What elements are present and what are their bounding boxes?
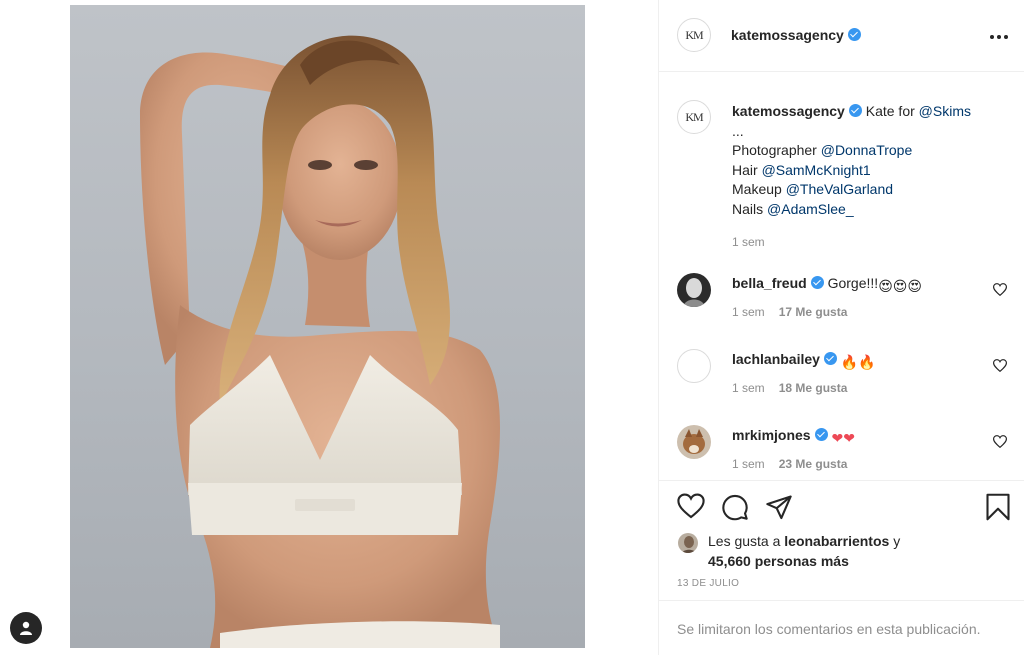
user-icon	[20, 621, 32, 635]
comment-item: bella_freud Gorge!!!😍😍😍 1 sem 17 Me gusta	[677, 273, 1008, 333]
comment-like-button[interactable]	[992, 359, 1008, 377]
post-details-pane: KM katemossagency KM katemossagency Kate…	[658, 0, 1024, 655]
comment-meta: 1 sem 23 Me gusta	[732, 457, 861, 471]
heart-icon	[992, 283, 1008, 297]
more-horizontal-icon	[990, 35, 1008, 39]
verified-badge-icon	[823, 352, 837, 365]
comment-like-button[interactable]	[992, 283, 1008, 301]
heart-eyes-emoji: 😍😍😍	[878, 278, 922, 294]
credit-line: Photographer @DonnaTrope	[732, 141, 1012, 161]
credit-line: Makeup @TheValGarland	[732, 180, 1012, 200]
comment-item: mrkimjones ❤❤ 1 sem 23 Me gusta	[677, 425, 1008, 480]
comment-body: Gorge!!!	[827, 275, 879, 291]
comment-likes[interactable]: 23 Me gusta	[779, 457, 848, 471]
credit-label: Hair	[732, 161, 762, 178]
like-button[interactable]	[677, 493, 705, 524]
comment-time[interactable]: 1 sem	[732, 305, 765, 319]
avatar-photo	[677, 425, 711, 459]
comment-icon	[722, 494, 748, 521]
caption-lead: Kate for	[865, 103, 919, 119]
credit-label: Makeup	[732, 181, 786, 197]
credit-label: Photographer	[732, 142, 821, 158]
verified-badge-icon	[810, 276, 824, 289]
verified-badge-icon	[847, 28, 861, 41]
mention-link[interactable]: @TheValGarland	[786, 181, 893, 197]
account-username[interactable]: katemossagency	[731, 27, 844, 43]
liked-by-text: Les gusta a leonabarrientos y 45,660 per…	[708, 531, 1008, 571]
heart-icon	[992, 435, 1008, 449]
fire-emoji: 🔥🔥	[840, 354, 876, 370]
caption-time[interactable]: 1 sem	[732, 235, 765, 249]
credit-line: Nails @AdamSlee_	[732, 200, 1012, 220]
profile-icon[interactable]	[10, 612, 42, 644]
save-button[interactable]	[985, 493, 1011, 526]
mention-link[interactable]: @AdamSlee_	[767, 201, 854, 217]
caption-ellipsis: ...	[732, 122, 744, 139]
caption-username[interactable]: katemossagency	[732, 103, 845, 119]
comment-username[interactable]: bella_freud	[732, 275, 807, 291]
commenter-avatar[interactable]	[677, 273, 711, 307]
post-actions: Les gusta a leonabarrientos y 45,660 per…	[659, 480, 1024, 655]
red-heart-emoji: ❤❤	[831, 430, 855, 446]
likes-count-link[interactable]: 45,660 personas más	[708, 553, 849, 569]
comment-text: mrkimjones ❤❤	[732, 427, 855, 447]
caption-body: katemossagency Kate for @Skims ... Photo…	[732, 102, 1012, 253]
comments-limited-text: Se limitaron los comentarios en esta pub…	[677, 621, 981, 637]
bookmark-icon	[986, 493, 1010, 521]
comment-time[interactable]: 1 sem	[732, 457, 765, 471]
comment-item: lachlanbailey 🔥🔥 1 sem 18 Me gusta	[677, 349, 1008, 409]
liked-by-conj: y	[889, 533, 901, 549]
comment-likes[interactable]: 18 Me gusta	[779, 381, 848, 395]
credit-label: Nails	[732, 200, 768, 217]
comment-like-button[interactable]	[992, 435, 1008, 453]
comments-list[interactable]: KM katemossagency Kate for @Skims ... Ph…	[659, 72, 1024, 480]
mention-link[interactable]: @Skims	[919, 103, 971, 119]
post-media-pane	[0, 0, 658, 655]
more-options-button[interactable]	[989, 24, 1009, 45]
paper-plane-icon	[766, 495, 792, 520]
comment-username[interactable]: mrkimjones	[732, 427, 811, 443]
liked-by-user[interactable]: leonabarrientos	[784, 533, 889, 549]
comment-text: lachlanbailey 🔥🔥	[732, 351, 876, 371]
heart-icon	[677, 493, 705, 519]
commenter-avatar[interactable]	[677, 425, 711, 459]
avatar-photo	[677, 273, 711, 307]
portrait-illustration	[140, 35, 500, 648]
comment-meta: 1 sem 17 Me gusta	[732, 305, 861, 319]
share-button[interactable]	[765, 493, 793, 526]
liked-by-prefix: Les gusta a	[708, 533, 785, 549]
post-header: KM katemossagency	[659, 0, 1024, 72]
verified-badge-icon	[814, 428, 828, 441]
credit-line: Hair @SamMcKnight1	[732, 161, 1012, 181]
comment-likes[interactable]: 17 Me gusta	[779, 305, 848, 319]
commenter-avatar[interactable]	[677, 349, 711, 383]
comment-button[interactable]	[721, 493, 749, 526]
comment-text: bella_freud Gorge!!!😍😍😍	[732, 275, 922, 295]
heart-icon	[992, 359, 1008, 373]
verified-badge-icon	[848, 104, 862, 117]
mention-link[interactable]: @DonnaTrope	[821, 142, 913, 158]
post-photo[interactable]	[70, 5, 585, 648]
caption-avatar[interactable]: KM	[677, 100, 711, 134]
comments-limited-notice: Se limitaron los comentarios en esta pub…	[659, 600, 1024, 655]
avatar-photo	[678, 533, 698, 553]
comment-time[interactable]: 1 sem	[732, 381, 765, 395]
header-username[interactable]: katemossagency	[731, 27, 861, 43]
caption-meta: 1 sem	[732, 233, 1012, 253]
comment-username[interactable]: lachlanbailey	[732, 351, 820, 367]
mention-link[interactable]: @SamMcKnight1	[762, 162, 871, 178]
post-date[interactable]: 13 DE JULIO	[677, 578, 739, 589]
account-avatar[interactable]: KM	[677, 18, 711, 52]
comment-meta: 1 sem 18 Me gusta	[732, 381, 861, 395]
liker-avatar[interactable]	[677, 532, 699, 554]
